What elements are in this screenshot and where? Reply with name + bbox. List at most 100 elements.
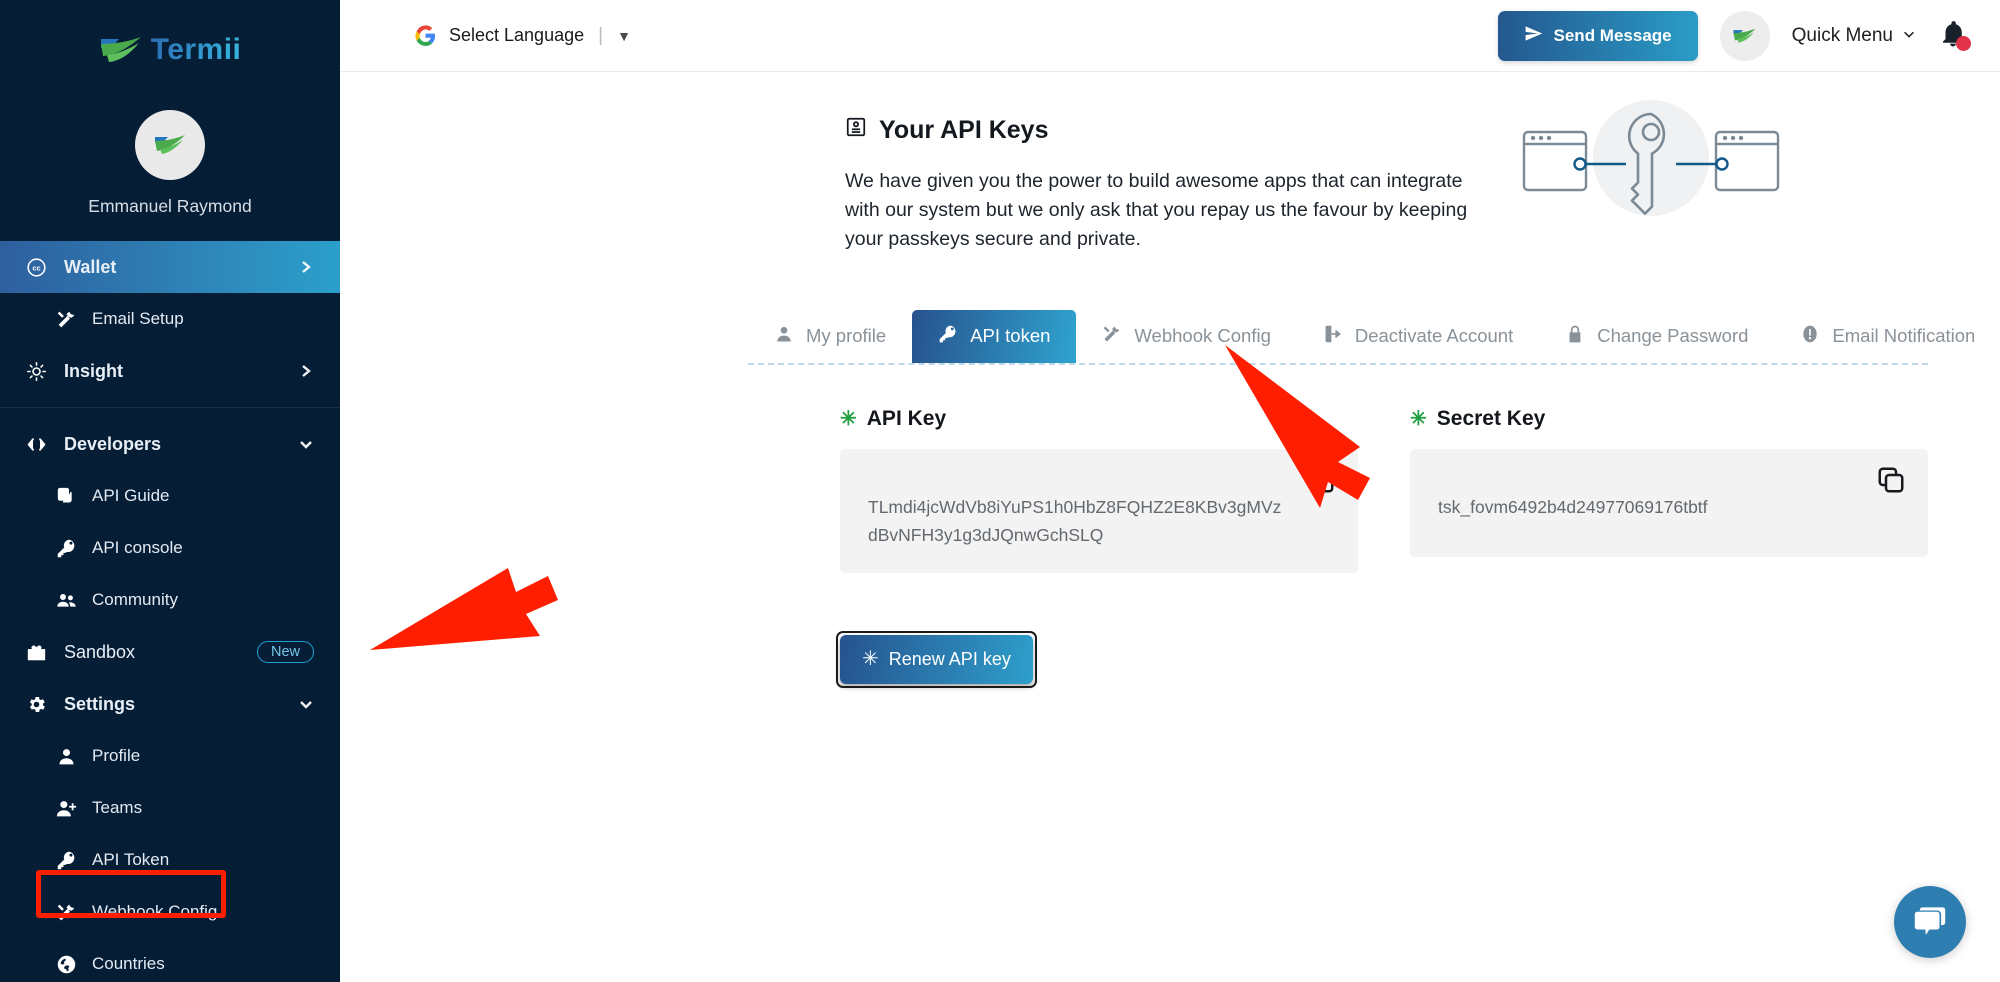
termii-logo-icon — [99, 35, 143, 65]
secret-key-label-row: ✳ Secret Key — [1410, 407, 1928, 431]
tab-label: Email Notification — [1832, 325, 1975, 347]
sidebar-item-api-console[interactable]: API console — [0, 522, 340, 574]
sidebar-item-label: Sandbox — [64, 642, 241, 663]
secret-key-label: Secret Key — [1437, 407, 1546, 431]
tab-deactivate-account[interactable]: Deactivate Account — [1297, 310, 1539, 363]
sidebar-item-label: API Guide — [92, 486, 314, 506]
tab-label: Deactivate Account — [1355, 325, 1513, 347]
sidebar-item-api-guide[interactable]: API Guide — [0, 470, 340, 522]
google-g-icon — [414, 24, 437, 47]
copy-icon[interactable] — [1876, 465, 1906, 495]
secret-key-box: tsk_fovm6492b4d24977069176tbtf — [1410, 449, 1928, 557]
sidebar-item-label: Webhook Config — [92, 902, 314, 922]
page-title-text: Your API Keys — [879, 116, 1049, 145]
api-key-label-row: ✳ API Key — [840, 407, 1358, 431]
tab-label: Webhook Config — [1134, 325, 1270, 347]
sidebar-user: Emmanuel Raymond — [0, 110, 340, 217]
sidebar-item-wallet[interactable]: cc Wallet — [0, 241, 340, 293]
key-between-browsers-illustration — [1516, 96, 1786, 226]
secret-key-value: tsk_fovm6492b4d24977069176tbtf — [1438, 493, 1858, 521]
send-message-label: Send Message — [1554, 26, 1672, 46]
settings-tabs: My profile API token Webhook Config Deac… — [748, 310, 1928, 365]
insight-sun-icon — [24, 359, 48, 383]
notification-badge-dot — [1956, 36, 1971, 51]
sidebar-item-countries[interactable]: Countries — [0, 938, 340, 982]
person-icon — [54, 744, 78, 768]
sidebar-item-teams[interactable]: Teams — [0, 782, 340, 834]
tab-webhook-config[interactable]: Webhook Config — [1076, 310, 1296, 363]
page-description: We have given you the power to build awe… — [845, 167, 1495, 254]
app-root: Termii Emmanuel Raymond cc Wallet — [0, 0, 2000, 982]
tab-label: API token — [970, 325, 1050, 347]
sidebar-divider — [0, 407, 340, 408]
tab-label: Change Password — [1597, 325, 1748, 347]
chat-bubbles-icon — [1911, 901, 1949, 944]
chat-widget-button[interactable] — [1894, 886, 1966, 958]
tab-my-profile[interactable]: My profile — [748, 310, 912, 363]
divider: | — [598, 25, 603, 47]
sidebar-item-settings[interactable]: Settings — [0, 678, 340, 730]
logout-icon — [1323, 324, 1343, 349]
asterisk-icon: ✳ — [840, 409, 857, 429]
svg-text:cc: cc — [32, 263, 40, 272]
globe-icon — [54, 952, 78, 976]
sidebar-item-community[interactable]: Community — [0, 574, 340, 626]
person-add-icon — [54, 796, 78, 820]
notification-bell-button[interactable] — [1938, 19, 1972, 53]
quick-menu-button[interactable]: Quick Menu — [1792, 25, 1916, 47]
sidebar-item-profile[interactable]: Profile — [0, 730, 340, 782]
sidebar-item-insight[interactable]: Insight — [0, 345, 340, 397]
renew-api-key-button[interactable]: ✳ Renew API key — [840, 635, 1033, 684]
tab-api-token[interactable]: API token — [912, 310, 1076, 363]
sidebar-item-developers[interactable]: Developers — [0, 418, 340, 470]
paper-plane-icon — [1524, 24, 1543, 48]
copy-icon[interactable] — [1306, 465, 1336, 495]
sidebar-item-api-token[interactable]: API Token — [0, 834, 340, 886]
secret-key-column: ✳ Secret Key tsk_fovm6492b4d24977069176t… — [1410, 407, 1928, 573]
sidebar-item-label: API Token — [92, 850, 314, 870]
lock-icon — [1565, 324, 1585, 349]
sidebar-item-label: Countries — [92, 954, 314, 974]
tools-icon — [54, 900, 78, 924]
sandbox-new-badge: New — [257, 641, 314, 664]
sidebar-item-sandbox[interactable]: Sandbox New — [0, 626, 340, 678]
quick-menu-label: Quick Menu — [1792, 25, 1893, 47]
api-keys-row: ✳ API Key TLmdi4jcWdVb8iYuPS1h0HbZ8FQHZ2… — [840, 407, 1928, 573]
chevron-right-icon — [298, 259, 314, 275]
sidebar-item-email-setup[interactable]: Email Setup — [0, 293, 340, 345]
sidebar-user-name: Emmanuel Raymond — [88, 196, 251, 217]
wallet-coin-icon: cc — [24, 255, 48, 279]
termii-logo-icon — [1732, 27, 1757, 45]
page-header-block: Your API Keys We have given you the powe… — [340, 116, 2000, 254]
tools-icon — [54, 307, 78, 331]
api-key-box: TLmdi4jcWdVb8iYuPS1h0HbZ8FQHZ2E8KBv3gMVz… — [840, 449, 1358, 573]
sidebar: Termii Emmanuel Raymond cc Wallet — [0, 0, 340, 982]
key-icon — [54, 536, 78, 560]
sidebar-item-label: Profile — [92, 746, 314, 766]
topbar: Select Language | ▼ Send Message — [340, 0, 2000, 72]
sidebar-item-webhook-config[interactable]: Webhook Config — [0, 886, 340, 938]
language-selector[interactable]: Select Language | ▼ — [414, 24, 631, 47]
asterisk-icon: ✳ — [862, 649, 879, 669]
avatar[interactable] — [135, 110, 205, 180]
api-key-column: ✳ API Key TLmdi4jcWdVb8iYuPS1h0HbZ8FQHZ2… — [840, 407, 1358, 573]
chevron-down-icon — [298, 436, 314, 452]
key-icon — [54, 848, 78, 872]
chevron-right-icon — [298, 363, 314, 379]
people-icon — [54, 588, 78, 612]
send-message-button[interactable]: Send Message — [1498, 11, 1698, 61]
api-key-label: API Key — [867, 407, 946, 431]
user-avatar-icon — [153, 133, 187, 157]
topbar-right: Send Message Quick Menu — [1498, 11, 1972, 61]
triangle-down-icon[interactable]: ▼ — [617, 28, 631, 44]
sidebar-item-label: Community — [92, 590, 314, 610]
sidebar-nav: cc Wallet Email Setup Insight — [0, 241, 340, 982]
tools-icon — [1102, 324, 1122, 349]
page-content: Your API Keys We have given you the powe… — [340, 72, 2000, 982]
tab-change-password[interactable]: Change Password — [1539, 310, 1774, 363]
asterisk-icon: ✳ — [1410, 409, 1427, 429]
gear-icon — [24, 692, 48, 716]
brand[interactable]: Termii — [0, 0, 340, 100]
quick-menu-avatar[interactable] — [1720, 11, 1770, 61]
tab-email-notification[interactable]: Email Notification — [1774, 310, 2000, 363]
